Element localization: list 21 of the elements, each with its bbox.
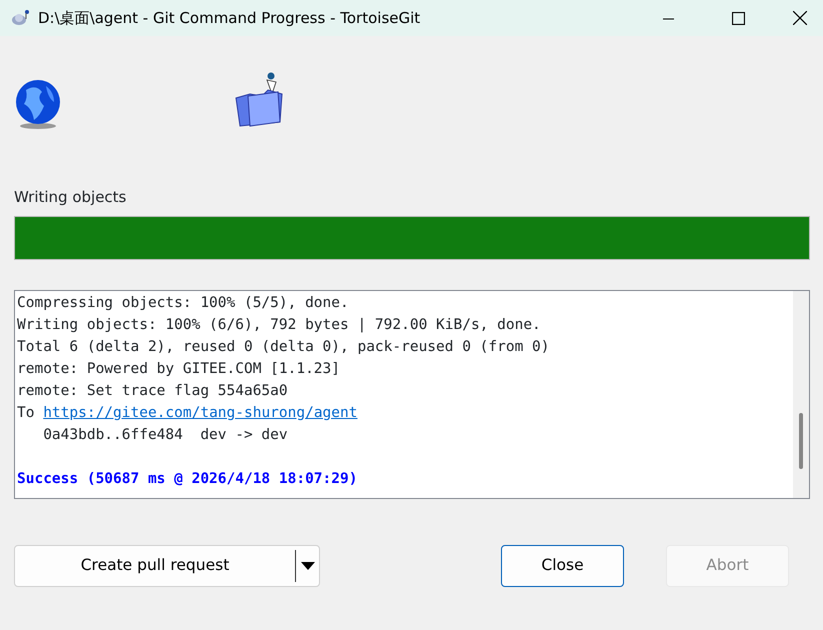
log-line: Writing objects: 100% (6/6), 792 bytes | 792.00 KiB/s, done. [17,316,542,335]
log-line: 0a43bdb..6ffe484 dev -> dev [42,426,289,445]
close-icon [793,11,807,25]
log-line: remote: Set trace flag 554a65a0 [17,382,289,401]
log-line: Total 6 (delta 2), reused 0 (delta 0), pack-reused 0 (from 0) [17,338,551,357]
split-button[interactable]: Create pull request [14,545,320,587]
scrollbar-thumb[interactable] [799,413,803,469]
log-line: Compressing objects: 100% (5/5), done. [17,294,350,313]
tortoise-icon [10,9,30,27]
globe-icon [14,80,62,130]
success-message: Success (50687 ms @ 2026/4/18 18:07:29) [17,470,358,489]
log-line: remote: Powered by GITEE.COM [1.1.23] [17,360,342,379]
maximize-icon [732,12,744,24]
repository-link[interactable]: https://gitee.com/tang-shurong/agent [43,405,358,421]
scrollbar[interactable] [793,291,809,498]
log-line: To [17,405,36,421]
dialog-button[interactable]: Close [501,545,624,587]
caret-icon [300,562,314,570]
window-title: D:\桌面\agent - Git Command Progress - TortoiseGit [38,8,420,29]
status-label: Writing objects [14,187,128,208]
folder-icon [234,72,284,128]
